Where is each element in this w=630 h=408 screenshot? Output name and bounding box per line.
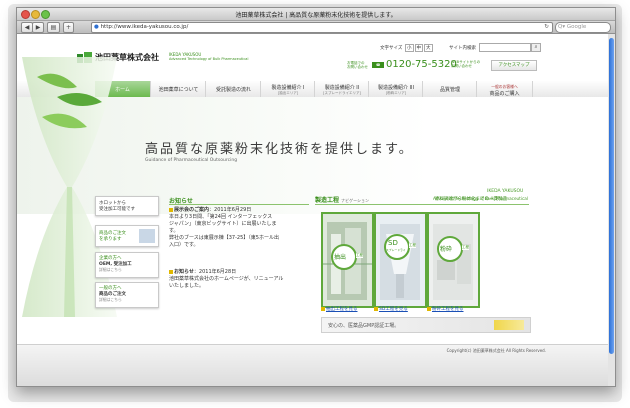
address-bar[interactable]: ● http://www.ikeda-yakusou.co.jp/ ↻ bbox=[91, 22, 553, 33]
copyright: Copyright(c) 池田薬草株式会社 All Rights Reserve… bbox=[446, 348, 546, 353]
milling-badge-suffix: 工程 bbox=[462, 245, 469, 250]
access-map-button[interactable]: アクセスマップ bbox=[491, 60, 537, 71]
nav-equipment-3[interactable]: 製造設備紹介 III [粉砕エリア] bbox=[368, 81, 423, 97]
footer: Copyright(c) 池田薬草株式会社 All Rights Reserve… bbox=[17, 344, 608, 386]
bullet-icon bbox=[321, 306, 325, 311]
reload-icon[interactable]: ↻ bbox=[544, 23, 549, 32]
milling-link[interactable]: 粉砕工程を見る bbox=[427, 306, 464, 312]
bullet-icon bbox=[169, 269, 173, 274]
process-card-sd[interactable]: SD スプレードライ 工程 bbox=[374, 212, 427, 308]
phone-label: お電話での お問い合わせ bbox=[347, 61, 368, 69]
news-item-1: 展示会のご案内：2011年6月29日 本日より3日間、「第24回 インターフェッ… bbox=[169, 207, 279, 248]
product-box-icon bbox=[139, 229, 155, 243]
process-note: 原料調達から粉体化までの一貫製造 bbox=[435, 197, 507, 202]
font-size-large[interactable]: 大 bbox=[424, 44, 433, 52]
spray-dry-equipment-photo bbox=[380, 224, 420, 300]
address-text: http://www.ikeda-yakusou.co.jp/ bbox=[100, 24, 189, 30]
gmp-photo bbox=[494, 320, 524, 330]
nav-contract-flow[interactable]: 受託製造の流れ bbox=[205, 81, 261, 97]
font-size-small[interactable]: 小 bbox=[405, 44, 414, 52]
process-divider bbox=[315, 204, 529, 205]
vertical-scrollbar[interactable] bbox=[608, 34, 615, 386]
process-card-milling[interactable]: 粉砕 工程 bbox=[427, 212, 480, 308]
free-dial-number[interactable]: 0120-75-5320 bbox=[386, 59, 457, 70]
extraction-badge-suffix: 工程 bbox=[356, 253, 363, 258]
bullet-icon bbox=[374, 306, 378, 311]
font-size-label: 文字サイズ bbox=[380, 46, 403, 51]
nav-purchase[interactable]: 一般のお客様へ 商品のご購入 bbox=[476, 81, 533, 97]
side-banner-order[interactable]: 商品のご注文 を承ります bbox=[95, 225, 159, 247]
add-bookmark-button[interactable]: + bbox=[63, 22, 74, 33]
nav-about[interactable]: 池田薬草について bbox=[150, 81, 206, 97]
web-inquiry-link[interactable]: WEBサイトからの お問い合わせ bbox=[451, 60, 480, 68]
sd-badge-suffix: 工程 bbox=[409, 243, 416, 248]
logo-sub-tagline: Advanced Technology of Bulk Pharmaceutic… bbox=[169, 57, 249, 61]
font-size-switcher: 小 中 大 bbox=[405, 44, 433, 52]
nav-equipment-1[interactable]: 製造設備紹介 I [抽出エリア] bbox=[260, 81, 315, 97]
search-field[interactable]: Q▾ Google bbox=[555, 22, 611, 33]
site-search-label: サイト内検索 bbox=[449, 46, 476, 51]
browser-window: 池田薬草株式会社 | 高品質な原薬粉末化技術を提供します。 ◀ ▶ ▤ + ● … bbox=[16, 7, 616, 387]
site-search-input[interactable] bbox=[479, 43, 531, 52]
sd-badge-text: SD bbox=[388, 239, 398, 247]
search-placeholder: Google bbox=[566, 24, 587, 30]
side-banner-consumer[interactable]: 一般の方へ 商品のご注文 詳細はこちら bbox=[95, 282, 159, 308]
sd-badge bbox=[384, 234, 410, 260]
hero-subtitle: Guidance of Pharmaceutical Outsourcing bbox=[145, 158, 238, 163]
sd-badge-sub: スプレードライ bbox=[386, 248, 406, 252]
nav-equipment-2[interactable]: 製造設備紹介 II [スプレードライエリア] bbox=[314, 81, 369, 97]
bullet-icon bbox=[427, 306, 431, 311]
web-page: 池田薬草株式会社 IKEDA YAKUSOU Advanced Technolo… bbox=[17, 34, 608, 386]
bullet-icon bbox=[169, 207, 173, 212]
title-bar: 池田薬草株式会社 | 高品質な原薬粉末化技術を提供します。 bbox=[17, 8, 615, 21]
gmp-banner[interactable]: 安心の、医薬品GMP認証工場。 bbox=[321, 317, 531, 333]
forward-button[interactable]: ▶ bbox=[32, 22, 44, 33]
process-title: 製造工程 ナビゲーション bbox=[315, 197, 370, 204]
free-dial-icon: ☎ bbox=[372, 62, 384, 68]
window-title: 池田薬草株式会社 | 高品質な原薬粉末化技術を提供します。 bbox=[235, 12, 397, 19]
extraction-badge-text: 抽出 bbox=[334, 254, 347, 261]
sd-link[interactable]: SD工程を見る bbox=[374, 306, 408, 312]
bookmark-icon[interactable]: ▤ bbox=[47, 22, 60, 33]
hero-tagline: 高品質な原薬粉末化技術を提供します。 bbox=[145, 142, 414, 157]
side-banner-lot[interactable]: ホロットから 受注加工可能です bbox=[95, 196, 159, 216]
nav-quality[interactable]: 品質管理 bbox=[422, 81, 477, 97]
hero-brand: IKEDA YAKUSOU bbox=[487, 189, 524, 194]
milling-badge-text: 粉砕 bbox=[440, 246, 453, 253]
news-divider bbox=[169, 204, 309, 205]
globe-icon: ● bbox=[94, 24, 99, 30]
gmp-text: 安心の、医薬品GMP認証工場。 bbox=[328, 323, 400, 329]
browser-toolbar: ◀ ▶ ▤ + ● http://www.ikeda-yakusou.co.jp… bbox=[17, 21, 615, 34]
side-banner-business[interactable]: 企業の方へ OEM, 受注加工 詳細はこちら bbox=[95, 252, 159, 278]
font-size-medium[interactable]: 中 bbox=[414, 44, 423, 52]
process-card-extraction[interactable]: 抽出 工程 bbox=[321, 212, 374, 308]
site-search-button[interactable]: ⌕ bbox=[531, 43, 541, 52]
news-item-2: お知らせ：2011年6月28日 池田薬草株式会社のホームページが、リニューアル … bbox=[169, 269, 284, 289]
extraction-link[interactable]: 抽出工程を見る bbox=[321, 306, 358, 312]
search-icon: Q▾ bbox=[558, 24, 566, 30]
scrollbar-thumb[interactable] bbox=[609, 38, 614, 354]
